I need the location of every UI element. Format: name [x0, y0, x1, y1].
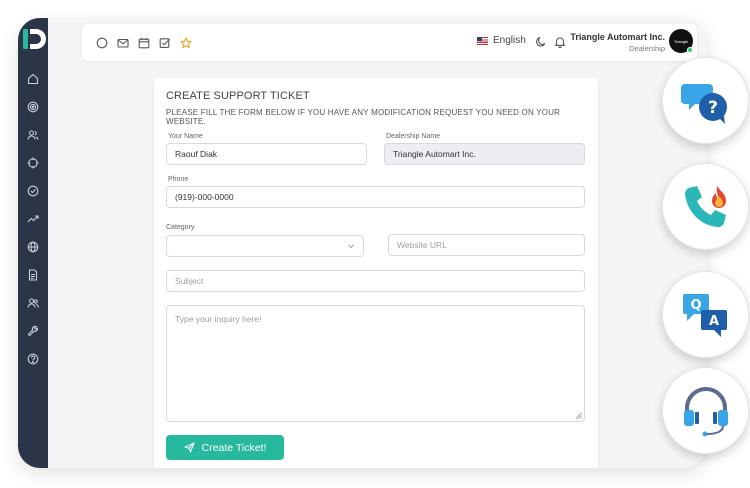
dealership-name-input: Triangle Automart Inc.	[384, 143, 585, 165]
svg-text:Q: Q	[690, 298, 701, 313]
category-label: Category	[166, 224, 195, 231]
nav-users[interactable]	[18, 121, 48, 149]
check-circle-icon	[27, 185, 39, 197]
nav-help[interactable]	[18, 345, 48, 373]
nav-home[interactable]	[18, 65, 48, 93]
target-icon	[27, 101, 39, 113]
nav-tasks[interactable]	[18, 177, 48, 205]
todo-shortcut[interactable]	[157, 36, 172, 50]
nav-settings[interactable]	[18, 317, 48, 345]
top-header: English Triangle Automart Inc. Dealershi…	[82, 24, 697, 61]
nav-website[interactable]	[18, 233, 48, 261]
phone-label: Phone	[168, 176, 189, 183]
chevron-down-icon	[348, 244, 354, 249]
globe-icon	[27, 241, 39, 253]
checkbox-icon	[159, 38, 170, 48]
resize-grip-icon[interactable]	[575, 412, 582, 419]
help-icon	[27, 353, 39, 365]
nav-analytics[interactable]	[18, 205, 48, 233]
moon-icon[interactable]	[535, 36, 547, 48]
form-title: CREATE SUPPORT TICKET	[166, 90, 310, 102]
create-ticket-button[interactable]: Create Ticket!	[166, 435, 284, 460]
users-icon	[27, 130, 39, 140]
sidebar-nav	[18, 65, 48, 373]
bell-icon[interactable]	[554, 36, 566, 48]
screenshot-stage: English Triangle Automart Inc. Dealershi…	[0, 0, 750, 488]
svg-text:?: ?	[708, 98, 718, 118]
nav-team[interactable]	[18, 289, 48, 317]
dealer-role: Dealership	[629, 44, 665, 53]
nav-documents[interactable]	[18, 261, 48, 289]
document-icon	[28, 269, 38, 281]
faq-button[interactable]: Q A	[662, 271, 749, 358]
calendar-shortcut[interactable]	[136, 36, 151, 50]
support-chat-icon: ?	[680, 83, 727, 124]
language-selector[interactable]: English	[477, 35, 526, 46]
avatar[interactable]: Triangle	[669, 29, 693, 53]
app-window: English Triangle Automart Inc. Dealershi…	[18, 18, 706, 468]
avatar-text: Triangle	[673, 38, 689, 44]
inquiry-placeholder: Type your inquiry here!	[175, 314, 262, 324]
mail-icon	[116, 38, 129, 48]
inquiry-textarea[interactable]: Type your inquiry here!	[166, 305, 585, 422]
language-label: English	[493, 35, 526, 46]
dealer-name: Triangle Automart Inc.	[570, 32, 665, 42]
circle-shortcut[interactable]	[94, 36, 109, 50]
category-select[interactable]	[166, 235, 364, 257]
wrench-icon	[28, 325, 39, 336]
support-ticket-form: CREATE SUPPORT TICKET PLEASE FILL THE FO…	[154, 78, 598, 468]
create-ticket-label: Create Ticket!	[201, 441, 267, 454]
star-icon	[179, 37, 192, 49]
crosshair-icon	[27, 157, 39, 169]
subject-input[interactable]: Subject	[166, 270, 585, 292]
nav-target[interactable]	[18, 93, 48, 121]
nav-crosshair[interactable]	[18, 149, 48, 177]
circle-icon	[96, 37, 107, 49]
phone-input[interactable]: (919)-000-0000	[166, 186, 585, 208]
form-subtitle: PLEASE FILL THE FORM BELOW IF YOU HAVE A…	[166, 108, 561, 126]
send-icon	[184, 442, 195, 453]
hot-line-button[interactable]	[662, 163, 749, 250]
live-support-button[interactable]	[662, 367, 749, 454]
your-name-label: Your Name	[168, 133, 203, 140]
support-chat-button[interactable]: ?	[662, 57, 749, 144]
dealership-name-label: Dealership Name	[386, 133, 441, 140]
calendar-icon	[138, 38, 149, 49]
header-shortcuts	[94, 36, 193, 50]
sidebar	[18, 18, 48, 468]
qa-icon: Q A	[682, 293, 727, 337]
favorites-shortcut[interactable]	[178, 36, 193, 50]
your-name-input[interactable]: Raouf Diak	[166, 143, 367, 165]
team-icon	[27, 298, 39, 308]
svg-text:A: A	[708, 314, 718, 329]
headset-icon	[683, 386, 728, 436]
mail-shortcut[interactable]	[115, 36, 130, 50]
trend-icon	[27, 215, 39, 223]
hot-phone-icon	[684, 185, 726, 227]
website-url-input[interactable]: Website URL	[388, 234, 585, 256]
app-logo[interactable]	[21, 26, 47, 52]
online-status-dot	[687, 47, 693, 53]
home-icon	[27, 73, 39, 85]
us-flag-icon	[477, 36, 488, 45]
